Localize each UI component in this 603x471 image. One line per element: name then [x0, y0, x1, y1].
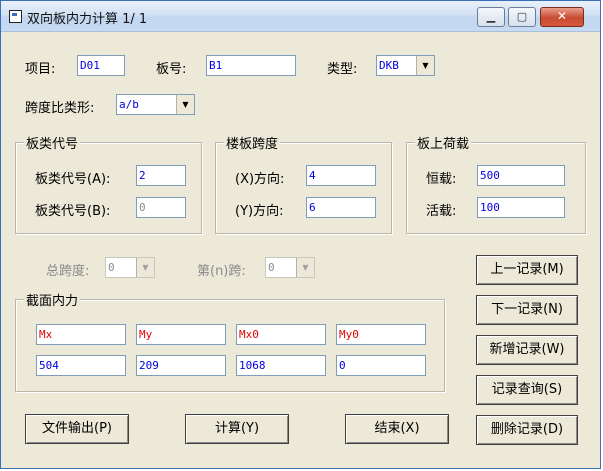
title-bar[interactable]: 双向板内力计算 1/ 1 ▁ ▢ ✕ [1, 1, 600, 32]
section-forces-group: 截面内力 [15, 290, 445, 392]
section-forces-title: 截面内力 [24, 290, 81, 309]
ratio-select[interactable]: a/b ▼ [116, 94, 195, 115]
slab-type-a-label: 板类代号(A): [35, 172, 111, 187]
section-header-my0[interactable]: My0 [336, 324, 426, 345]
live-load-input[interactable]: 100 [477, 197, 565, 218]
span-group-title: 楼板跨度 [224, 133, 281, 152]
slab-label: 板号: [156, 62, 187, 77]
chevron-down-icon[interactable]: ▼ [416, 56, 434, 75]
live-load-label: 活载: [426, 204, 457, 219]
slab-type-b-label: 板类代号(B): [35, 204, 111, 219]
nth-span-select[interactable]: 0 ▼ [265, 257, 315, 278]
type-label: 类型: [327, 62, 358, 77]
nth-span-value: 0 [268, 261, 275, 274]
prev-record-button[interactable]: 上一记录(M) [476, 255, 578, 285]
dead-load-label: 恒载: [426, 172, 457, 187]
total-span-value: 0 [108, 261, 115, 274]
query-record-button[interactable]: 记录查询(S) [476, 375, 578, 405]
total-span-label: 总跨度: [46, 264, 90, 279]
span-x-label: (X)方向: [235, 172, 285, 187]
calculate-button[interactable]: 计算(Y) [185, 414, 289, 444]
span-y-input[interactable]: 6 [306, 197, 376, 218]
slab-input[interactable]: B1 [206, 55, 296, 76]
type-select[interactable]: DKB ▼ [376, 55, 435, 76]
minimize-icon: ▁ [486, 10, 496, 23]
maximize-icon: ▢ [516, 10, 528, 23]
section-header-my[interactable]: My [136, 324, 226, 345]
close-button[interactable]: ✕ [540, 7, 584, 27]
load-group: 板上荷载 [406, 133, 586, 234]
ratio-label: 跨度比类形: [25, 101, 95, 116]
chevron-down-icon[interactable]: ▼ [136, 258, 154, 277]
load-group-title: 板上荷载 [415, 133, 472, 152]
span-y-label: (Y)方向: [235, 204, 284, 219]
export-button[interactable]: 文件输出(P) [25, 414, 129, 444]
close-icon: ✕ [556, 9, 568, 23]
app-icon [9, 10, 22, 23]
section-value-mx[interactable]: 504 [36, 355, 126, 376]
chevron-down-icon[interactable]: ▼ [296, 258, 314, 277]
span-group: 楼板跨度 [215, 133, 392, 234]
section-header-mx0[interactable]: Mx0 [236, 324, 326, 345]
section-value-mx0[interactable]: 1068 [236, 355, 326, 376]
nth-span-label: 第(n)跨: [197, 264, 246, 279]
ratio-value: a/b [119, 98, 139, 111]
minimize-button[interactable]: ▁ [477, 7, 505, 27]
total-span-select[interactable]: 0 ▼ [105, 257, 155, 278]
next-record-button[interactable]: 下一记录(N) [476, 295, 578, 325]
maximize-button[interactable]: ▢ [508, 7, 536, 27]
add-record-button[interactable]: 新增记录(W) [476, 335, 578, 365]
slab-type-b-input[interactable]: 0 [136, 197, 186, 218]
type-value: DKB [379, 59, 399, 72]
delete-record-button[interactable]: 删除记录(D) [476, 415, 578, 445]
app-window: 双向板内力计算 1/ 1 ▁ ▢ ✕ 项目: D01 板号: B1 类型: DK… [0, 0, 601, 469]
section-value-my[interactable]: 209 [136, 355, 226, 376]
section-header-mx[interactable]: Mx [36, 324, 126, 345]
item-label: 项目: [25, 62, 56, 77]
item-input[interactable]: D01 [77, 55, 125, 76]
dead-load-input[interactable]: 500 [477, 165, 565, 186]
section-value-my0[interactable]: 0 [336, 355, 426, 376]
chevron-down-icon[interactable]: ▼ [176, 95, 194, 114]
span-x-input[interactable]: 4 [306, 165, 376, 186]
slab-type-group-title: 板类代号 [24, 133, 81, 152]
slab-type-group: 板类代号 [15, 133, 202, 234]
end-button[interactable]: 结束(X) [345, 414, 449, 444]
window-title: 双向板内力计算 1/ 1 [27, 12, 148, 27]
slab-type-a-input[interactable]: 2 [136, 165, 186, 186]
